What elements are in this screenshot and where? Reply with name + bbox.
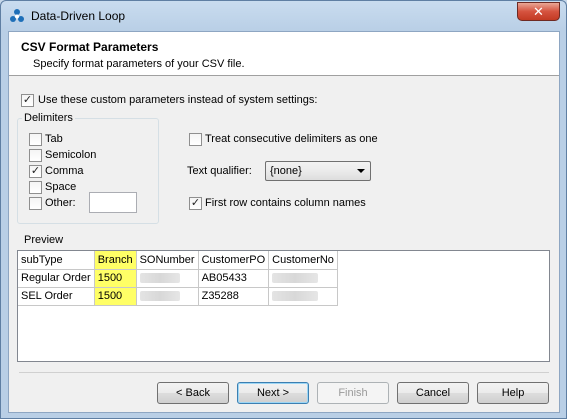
close-icon: ✕ [533,4,544,19]
finish-button[interactable]: Finish [317,382,389,404]
tab-checkbox[interactable] [29,133,42,146]
page-subtitle: Specify format parameters of your CSV fi… [33,58,245,70]
table-row: SEL Order 1500 Z35288 [18,287,338,306]
other-label: Other: [45,197,76,209]
column-header: CustomerPO [198,251,270,270]
cancel-button[interactable]: Cancel [397,382,469,404]
delimiters-legend: Delimiters [22,112,75,124]
redacted-value [139,273,180,284]
redacted-cell [136,269,199,288]
redacted-cell [268,269,338,288]
text-qualifier-label: Text qualifier: [187,165,252,177]
redacted-cell [268,287,338,306]
semicolon-label: Semicolon [45,149,97,161]
redacted-cell [136,287,199,306]
redacted-value [272,291,319,302]
page-title: CSV Format Parameters [21,40,159,54]
table-row: Regular Order 1500 AB05433 [18,269,338,288]
title-bar[interactable]: Data-Driven Loop ✕ [1,1,566,31]
semicolon-checkbox[interactable] [29,149,42,162]
other-checkbox[interactable] [29,197,42,210]
column-header: CustomerNo [268,251,338,270]
help-button[interactable]: Help [477,382,549,404]
text-qualifier-select[interactable]: {none} [265,161,371,181]
next-button[interactable]: Next > [237,382,309,404]
close-button[interactable]: ✕ [517,2,560,21]
redacted-value [139,291,180,302]
preview-legend: Preview [22,234,66,246]
table-cell-highlighted: 1500 [94,287,137,306]
chevron-down-icon [357,169,365,173]
redacted-value [272,273,319,284]
wizard-header: CSV Format Parameters Specify format par… [9,32,559,76]
space-label: Space [45,181,77,193]
table-cell: Regular Order [18,269,95,288]
dialog-client-area: CSV Format Parameters Specify format par… [8,31,560,413]
tab-label: Tab [45,133,63,145]
back-button[interactable]: < Back [157,382,229,404]
treat-consecutive-label: Treat consecutive delimiters as one [205,133,378,145]
table-cell: Z35288 [198,287,270,306]
use-custom-params-label: Use these custom parameters instead of s… [38,94,318,106]
app-icon [10,9,24,22]
table-header-row: subType Branch SONumber CustomerPO Custo… [18,251,338,270]
treat-consecutive-checkbox[interactable] [189,133,202,146]
column-header-highlighted: Branch [94,251,137,270]
dialog-window: Data-Driven Loop ✕ CSV Format Parameters… [0,0,567,419]
space-checkbox[interactable] [29,181,42,194]
window-title: Data-Driven Loop [31,9,126,23]
table-cell-highlighted: 1500 [94,269,137,288]
first-row-checkbox[interactable]: ✓ [189,197,202,210]
other-delimiter-input[interactable] [89,192,137,213]
use-custom-params-checkbox[interactable]: ✓ [21,94,34,107]
table-cell: SEL Order [18,287,95,306]
comma-label: Comma [45,165,84,177]
preview-grid[interactable]: subType Branch SONumber CustomerPO Custo… [17,250,550,362]
column-header: SONumber [136,251,199,270]
first-row-label: First row contains column names [205,197,366,209]
column-header: subType [18,251,95,270]
table-cell: AB05433 [198,269,270,288]
comma-checkbox[interactable]: ✓ [29,165,42,178]
preview-table: subType Branch SONumber CustomerPO Custo… [18,251,338,306]
button-separator [19,372,549,373]
text-qualifier-value: {none} [270,165,302,177]
